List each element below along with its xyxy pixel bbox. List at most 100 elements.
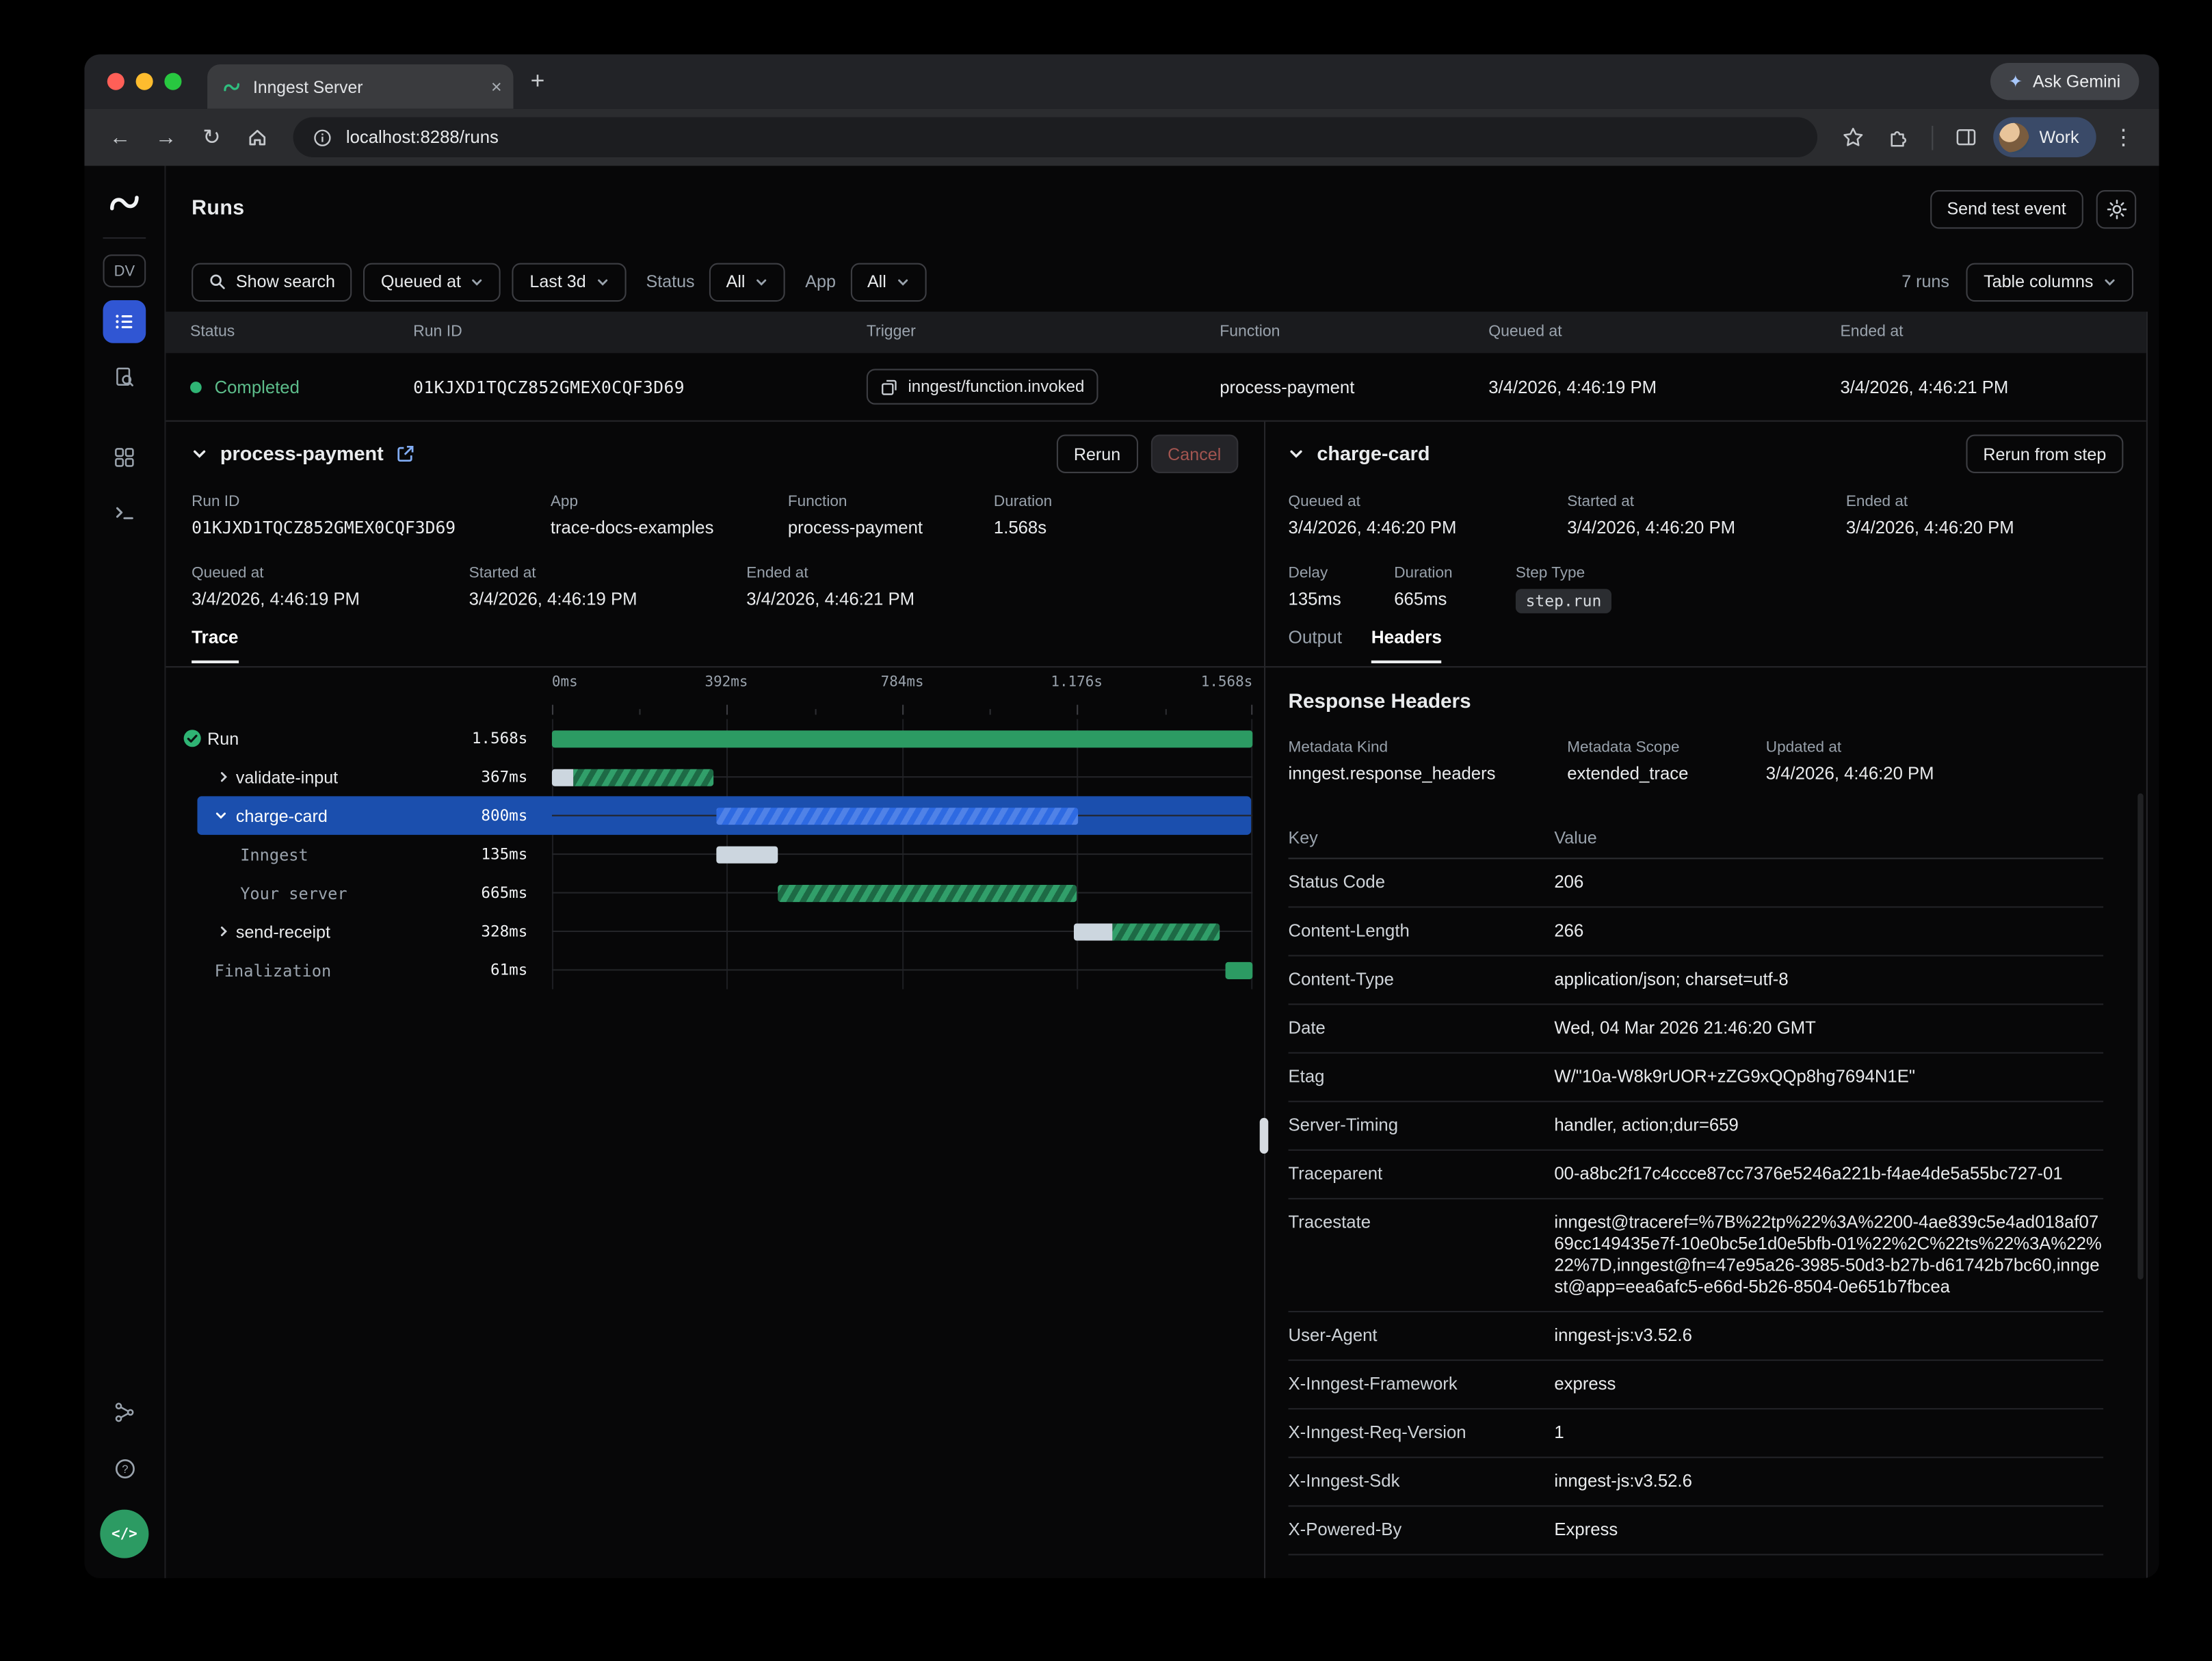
step-title: charge-card <box>1317 443 1430 464</box>
status-filter-dropdown[interactable]: All <box>709 263 786 301</box>
run-detail-panel: process-payment Rerun Cancel Run ID <box>166 422 1265 1578</box>
forward-icon[interactable]: → <box>147 119 184 156</box>
queued-at-dropdown[interactable]: Queued at <box>364 263 501 301</box>
trace-row-finalization[interactable]: Finalization 61ms <box>166 951 1264 989</box>
function-link[interactable]: process-payment <box>788 518 923 537</box>
dev-tools-button[interactable]: </> <box>100 1510 148 1558</box>
runs-count: 7 runs <box>1901 271 1949 291</box>
env-badge[interactable]: DV <box>103 254 146 287</box>
share-icon[interactable] <box>103 1391 146 1434</box>
rerun-button[interactable]: Rerun <box>1057 435 1138 473</box>
settings-gear-button[interactable] <box>2096 189 2137 228</box>
trace-row-your-server[interactable]: Your server 665ms <box>166 873 1264 912</box>
app-filter-dropdown[interactable]: All <box>850 263 927 301</box>
filter-bar: Show search Queued at Last 3d Status All <box>166 252 2159 312</box>
trace-row-inngest[interactable]: Inngest 135ms <box>166 835 1264 873</box>
axis-label: 0ms <box>552 675 578 691</box>
tab-strip: Inngest Server × + ✦ Ask Gemini <box>84 54 2159 108</box>
show-search-button[interactable]: Show search <box>192 263 352 301</box>
rerun-from-step-button[interactable]: Rerun from step <box>1966 435 2123 473</box>
minimize-window-button[interactable] <box>136 73 153 90</box>
table-row[interactable]: Completed 01KJXD1TQCZ852GMEX0CQF3D69 inn… <box>166 353 2146 420</box>
trace-row-run[interactable]: Run 1.568s <box>166 719 1264 758</box>
collapse-chevron-icon[interactable] <box>1289 446 1304 462</box>
header-row: EtagW/"10a-W8k9rUOR+zZG9xQQp8hg7694N1E" <box>1289 1054 2104 1102</box>
browser-tab[interactable]: Inngest Server × <box>207 64 513 109</box>
external-link-icon[interactable] <box>397 444 415 463</box>
col-function: Function <box>1220 312 1280 354</box>
profile-button[interactable]: Work <box>1994 117 2096 157</box>
step-duration-value: 665ms <box>1394 589 1452 609</box>
browser-menu-icon[interactable]: ⋮ <box>2105 119 2142 156</box>
inngest-logo-icon <box>106 185 143 222</box>
collapse-chevron-icon[interactable] <box>192 446 207 462</box>
tab-output[interactable]: Output <box>1289 628 1342 661</box>
send-test-event-button[interactable]: Send test event <box>1930 189 2083 228</box>
site-info-icon[interactable] <box>312 127 333 148</box>
address-bar[interactable]: localhost:8288/runs <box>293 117 1818 157</box>
check-circle-icon <box>183 729 202 747</box>
toolbar-divider <box>1932 125 1934 150</box>
table-columns-dropdown[interactable]: Table columns <box>1966 263 2133 301</box>
zoom-window-button[interactable] <box>164 73 181 90</box>
step-started-at-label: Started at <box>1567 493 1735 510</box>
cancel-button[interactable]: Cancel <box>1150 435 1238 473</box>
value-column-header: Value <box>1554 827 2103 847</box>
sidebar-item-apps[interactable] <box>103 436 146 479</box>
time-range-dropdown[interactable]: Last 3d <box>512 263 626 301</box>
back-icon[interactable]: ← <box>101 119 138 156</box>
tab-headers[interactable]: Headers <box>1371 628 1442 663</box>
duration-value: 1.568s <box>994 518 1052 537</box>
chevron-down-icon <box>471 275 484 288</box>
started-at-value: 3/4/2026, 4:46:19 PM <box>469 589 637 609</box>
updated-at-label: Updated at <box>1766 739 1934 756</box>
chevron-down-icon[interactable] <box>215 809 228 822</box>
trace-bar <box>1112 922 1220 940</box>
panel-divider <box>166 666 1264 667</box>
ended-at-label: Ended at <box>746 565 914 582</box>
queued-at-value: 3/4/2026, 4:46:19 PM <box>192 589 360 609</box>
inngest-favicon-icon <box>222 77 241 96</box>
function-label: Function <box>788 493 923 510</box>
window-controls <box>107 73 182 90</box>
bookmark-star-icon[interactable] <box>1835 119 1872 156</box>
chevron-right-icon[interactable] <box>218 771 231 784</box>
chevron-down-icon <box>2103 275 2116 288</box>
help-icon[interactable]: ? <box>103 1447 146 1490</box>
trace-row-send-receipt[interactable]: send-receipt 328ms <box>166 912 1264 951</box>
trigger-badge[interactable]: inngest/function.invoked <box>867 369 1098 404</box>
trace-row-charge-card[interactable]: charge-card 800ms <box>166 796 1264 834</box>
home-icon[interactable] <box>239 119 276 156</box>
gemini-sparkle-icon: ✦ <box>2008 72 2023 92</box>
sidebar-item-runs[interactable] <box>103 300 146 343</box>
sidebar-item-events[interactable] <box>103 356 146 399</box>
app-link[interactable]: trace-docs-examples <box>551 518 714 537</box>
new-tab-button[interactable]: + <box>531 68 545 93</box>
chevron-right-icon[interactable] <box>218 925 231 938</box>
reload-icon[interactable]: ↻ <box>193 119 230 156</box>
tab-close-icon[interactable]: × <box>491 77 502 96</box>
extensions-puzzle-icon[interactable] <box>1880 119 1917 156</box>
sidebar-item-functions[interactable] <box>103 492 146 535</box>
scrollbar-thumb[interactable] <box>2137 793 2143 1279</box>
status-filter-value: All <box>726 271 746 291</box>
side-panel-icon[interactable] <box>1948 119 1985 156</box>
tab-trace[interactable]: Trace <box>192 628 238 663</box>
chevron-down-icon <box>755 275 768 288</box>
ended-at-cell: 3/4/2026, 4:46:21 PM <box>1840 353 2008 420</box>
panel-divider <box>1265 666 2146 667</box>
time-range-label: Last 3d <box>529 271 585 291</box>
step-type-chip: step.run <box>1516 589 1611 613</box>
trace-row-validate-input[interactable]: validate-input 367ms <box>166 758 1264 796</box>
header-row: X-Inngest-Sdkinngest-js:v3.52.6 <box>1289 1458 2104 1506</box>
ask-gemini-label: Ask Gemini <box>2033 72 2120 92</box>
trace-bar-delay <box>1074 922 1112 940</box>
ask-gemini-button[interactable]: ✦ Ask Gemini <box>1990 63 2139 100</box>
panel-resize-handle[interactable] <box>1260 1118 1269 1154</box>
browser-window: Inngest Server × + ✦ Ask Gemini ← → ↻ lo… <box>84 54 2159 1578</box>
queued-at-label: Queued at <box>192 565 360 582</box>
header-row: X-Inngest-Req-Version1 <box>1289 1409 2104 1458</box>
close-window-button[interactable] <box>107 73 124 90</box>
sidebar-divider <box>103 237 146 239</box>
headers-table-header: Key Value <box>1289 816 2104 860</box>
